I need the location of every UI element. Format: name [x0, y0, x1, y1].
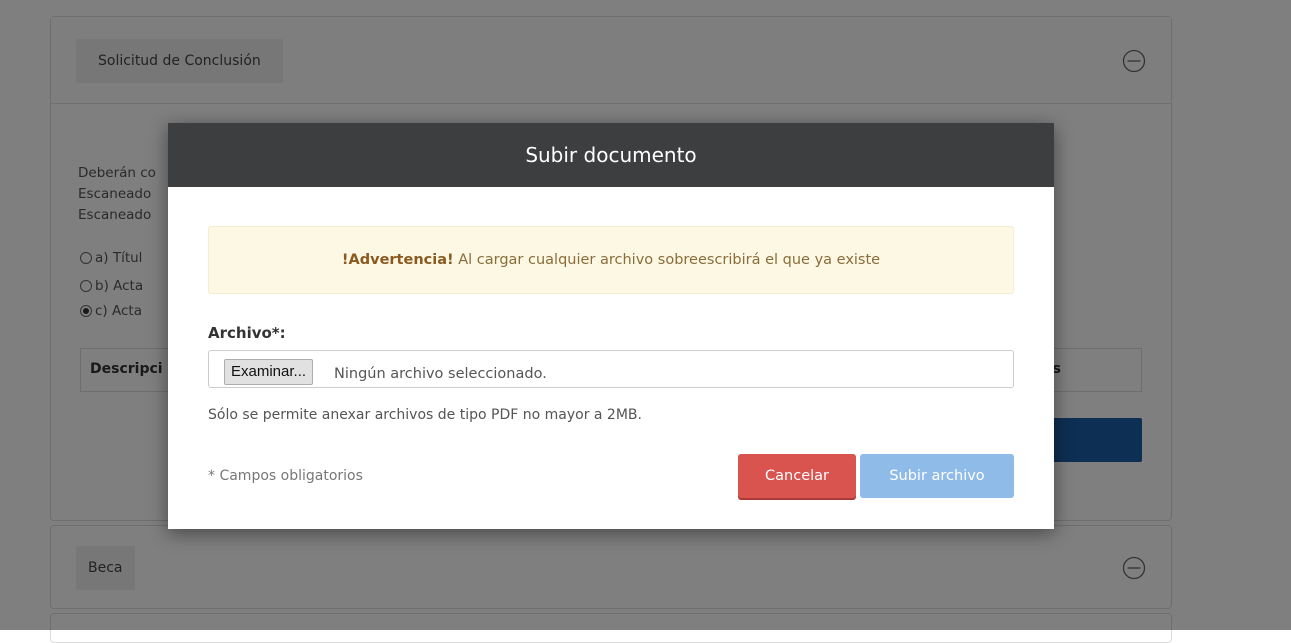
warning-alert: !Advertencia! Al cargar cualquier archiv… — [208, 226, 1014, 294]
cancel-button[interactable]: Cancelar — [738, 454, 856, 498]
modal-title: Subir documento — [525, 143, 697, 167]
warning-strong: !Advertencia! — [341, 252, 454, 268]
upload-file-button[interactable]: Subir archivo — [860, 454, 1014, 498]
browse-button[interactable]: Examinar... — [224, 359, 314, 385]
modal-header: Subir documento — [168, 123, 1054, 187]
warning-text: Al cargar cualquier archivo sobreescribi… — [453, 252, 881, 268]
file-field-label: Archivo*: — [208, 324, 286, 342]
upload-document-modal: Subir documento !Advertencia! Al cargar … — [168, 123, 1054, 529]
required-fields-note: * Campos obligatorios — [208, 468, 363, 484]
file-status-text: Ningún archivo seleccionado. — [334, 366, 547, 382]
file-help-text: Sólo se permite anexar archivos de tipo … — [208, 407, 642, 423]
file-input[interactable]: Examinar... Ningún archivo seleccionado. — [208, 350, 1014, 388]
